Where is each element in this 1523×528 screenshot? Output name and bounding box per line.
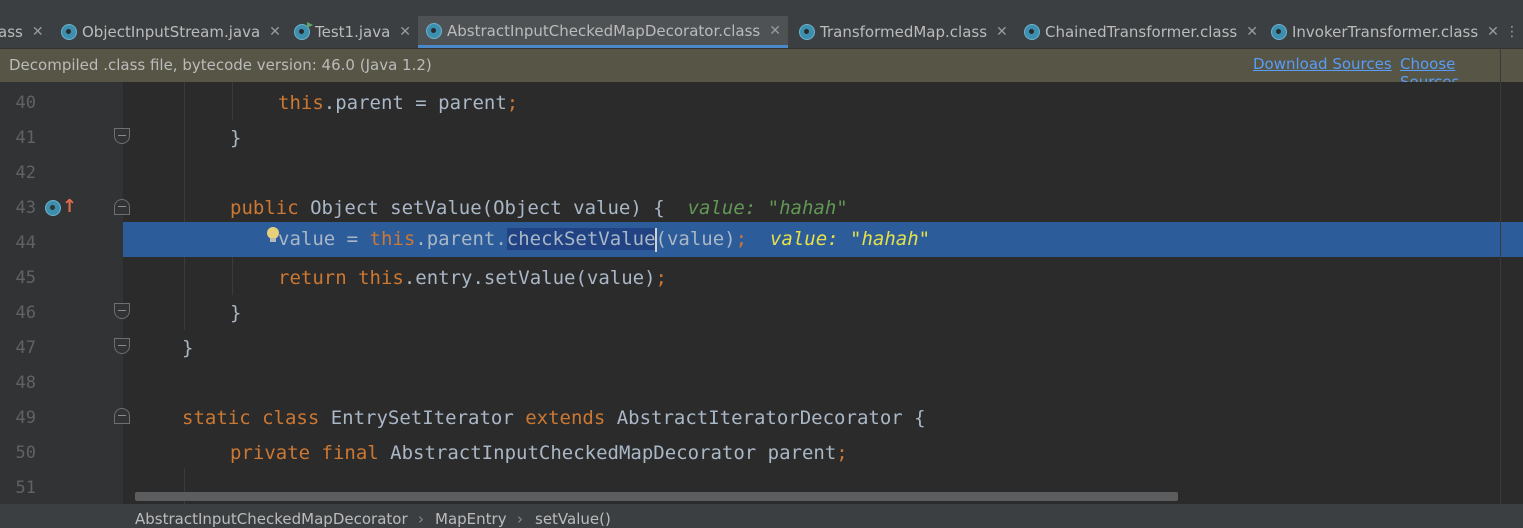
line-number: 50 <box>15 443 36 463</box>
selected-identifier[interactable]: checkSetValue <box>506 228 656 250</box>
code-text: Object setValue(Object value) { <box>298 197 665 219</box>
implements-method-icon[interactable] <box>45 200 61 216</box>
breadcrumb-separator-icon: › <box>517 510 523 528</box>
tab-transformedmap[interactable]: TransformedMap.class ✕ <box>791 16 1014 48</box>
semicolon: ; <box>506 92 519 114</box>
code-text: (value) <box>655 228 736 250</box>
keyword: extends <box>525 407 606 429</box>
tab-overflow-icon[interactable]: ⋮ <box>1505 24 1519 40</box>
tab-test1[interactable]: Test1.java ✕ <box>286 16 418 48</box>
class-icon <box>799 24 815 40</box>
class-icon <box>426 22 442 39</box>
line-number: 42 <box>15 163 36 183</box>
code-line-45: return this.entry.setValue(value); <box>123 261 1523 296</box>
semicolon: ; <box>655 267 667 289</box>
tab-invokertransformer[interactable]: InvokerTransformer.class ✕ <box>1263 16 1503 48</box>
class-icon <box>1271 24 1287 40</box>
code-text: AbstractInputCheckedMapDecorator parent <box>378 442 837 464</box>
code-text: } <box>230 127 242 149</box>
breadcrumb-method[interactable]: setValue() <box>535 510 611 528</box>
code-text: .parent = parent <box>323 92 507 114</box>
line-number: 51 <box>15 478 36 498</box>
keyword: public <box>230 197 299 219</box>
keyword: static <box>182 407 251 429</box>
code-line-47: } <box>123 331 1523 366</box>
code-text: .entry.setValue(value) <box>403 267 656 289</box>
debugger-inline-value: value: "hahah" <box>769 228 931 250</box>
code-line-41: } <box>123 121 1523 156</box>
keyword: this <box>358 267 404 289</box>
keyword: private <box>230 442 311 464</box>
tab-label: ObjectInputStream.java <box>82 23 261 41</box>
tab-label: ChainedTransformer.class <box>1045 23 1238 41</box>
close-icon[interactable]: ✕ <box>1246 24 1258 40</box>
breadcrumb-class[interactable]: AbstractInputCheckedMapDecorator <box>135 510 408 528</box>
code-line-44-execution-point: value = this.parent.checkSetValue(value)… <box>123 222 1523 257</box>
right-margin-separator <box>1500 48 1501 528</box>
code-text: .parent. <box>415 228 507 250</box>
code-line-46: } <box>123 296 1523 331</box>
line-number: 41 <box>15 128 36 148</box>
close-icon[interactable]: ✕ <box>1487 24 1499 40</box>
keyword: return <box>278 267 347 289</box>
download-sources-link[interactable]: Download Sources <box>1253 55 1392 73</box>
class-icon <box>61 24 77 40</box>
tab-abstractinputcheckedmapdecorator[interactable]: AbstractInputCheckedMapDecorator.class ✕ <box>418 16 788 48</box>
code-editor[interactable]: 40 41 42 43 44 45 46 47 48 49 50 51 ↑ th… <box>0 82 1523 504</box>
code-line-40: this.parent = parent; <box>123 86 1523 121</box>
code-text: value = <box>278 228 370 250</box>
line-number: 43 <box>15 198 36 218</box>
close-icon[interactable]: ✕ <box>996 24 1008 40</box>
class-icon <box>1024 24 1040 40</box>
code-text: AbstractIteratorDecorator { <box>605 407 926 429</box>
debugger-inline-value: value: "hahah" <box>687 197 848 219</box>
breadcrumb-inner-class[interactable]: MapEntry <box>435 510 507 528</box>
tab-label: InvokerTransformer.class <box>1292 23 1479 41</box>
line-number: 40 <box>15 93 36 113</box>
tab-chainedtransformer[interactable]: ChainedTransformer.class ✕ <box>1016 16 1261 48</box>
close-icon[interactable]: ✕ <box>269 24 281 40</box>
editor-tab-bar: ass ✕ ObjectInputStream.java ✕ Test1.jav… <box>0 16 1523 49</box>
line-number: 47 <box>15 338 36 358</box>
line-number: 46 <box>15 303 36 323</box>
tab-class-partial[interactable]: ass ✕ <box>0 16 49 48</box>
tab-label: AbstractInputCheckedMapDecorator.class <box>447 21 761 40</box>
navigation-bar <box>0 0 1523 16</box>
code-line-49: static class EntrySetIterator extends Ab… <box>123 401 1523 436</box>
keyword: this <box>278 92 324 114</box>
code-text: EntrySetIterator <box>319 407 526 429</box>
semicolon: ; <box>836 442 848 464</box>
breadcrumb-separator-icon: › <box>418 510 424 528</box>
line-number: 49 <box>15 408 36 428</box>
tab-label: TransformedMap.class <box>820 23 988 41</box>
code-text: } <box>230 302 242 324</box>
keyword: final <box>321 442 379 464</box>
line-number: 45 <box>15 268 36 288</box>
keyword: class <box>262 407 320 429</box>
code-line-43: public Object setValue(Object value) { v… <box>123 191 1523 226</box>
runnable-class-icon <box>294 22 313 40</box>
tab-label: ass <box>0 23 23 41</box>
decompiled-banner: Decompiled .class file, bytecode version… <box>0 49 1523 91</box>
code-line-50: private final AbstractInputCheckedMapDec… <box>123 436 1523 471</box>
editor-gutter: 40 41 42 43 44 45 46 47 48 49 50 51 ↑ <box>0 82 130 504</box>
tab-objectinputstream[interactable]: ObjectInputStream.java ✕ <box>53 16 285 48</box>
breadcrumb: AbstractInputCheckedMapDecorator › MapEn… <box>0 504 1523 528</box>
line-number: 44 <box>15 233 36 253</box>
horizontal-scrollbar[interactable] <box>135 492 1178 501</box>
tab-label: Test1.java <box>315 23 391 41</box>
semicolon: ; <box>735 228 748 250</box>
close-icon[interactable]: ✕ <box>399 24 411 40</box>
close-icon[interactable]: ✕ <box>32 24 44 40</box>
close-icon[interactable]: ✕ <box>769 23 781 39</box>
banner-message: Decompiled .class file, bytecode version… <box>9 56 432 74</box>
code-text: } <box>182 337 194 359</box>
line-number: 48 <box>15 373 36 393</box>
overrides-arrow-icon[interactable]: ↑ <box>62 198 77 216</box>
keyword: this <box>369 228 416 250</box>
